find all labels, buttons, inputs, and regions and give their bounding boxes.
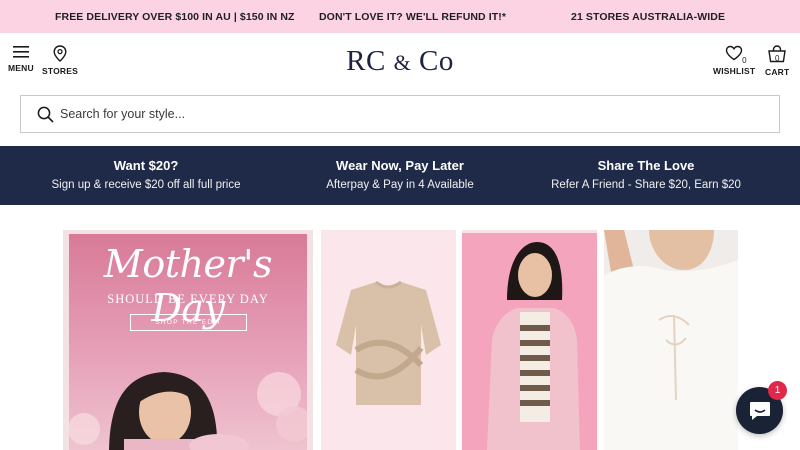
hero-section: Mother's Day SHOULD BE EVERY DAY SHOP TH… (0, 205, 800, 450)
knit-sweater-image (321, 230, 456, 450)
benefit-subtitle: Refer A Friend - Share $20, Earn $20 (551, 179, 741, 191)
benefit-subtitle: Afterpay & Pay in 4 Available (326, 179, 474, 191)
heart-icon (725, 45, 743, 61)
banner-background: Mother's Day SHOULD BE EVERY DAY SHOP TH… (69, 234, 307, 450)
cart-count: 0 (774, 54, 780, 63)
banner-subtitle: SHOULD BE EVERY DAY (107, 292, 269, 306)
cart-button[interactable]: 0 CART (765, 45, 789, 77)
benefit-title: Want $20? (113, 158, 179, 173)
cart-label: CART (765, 67, 790, 77)
pink-jacket-image (487, 242, 580, 450)
wishlist-button[interactable]: 0 WISHLIST (713, 45, 755, 76)
product-tile-pink-jacket[interactable] (462, 230, 597, 450)
chat-notification-badge: 1 (768, 381, 787, 400)
benefit-subtitle: Sign up & receive $20 off all full price (51, 179, 241, 191)
logo-ampersand: & (393, 50, 412, 75)
white-top-image (604, 230, 738, 450)
mothers-day-banner[interactable]: Mother's Day SHOULD BE EVERY DAY SHOP TH… (63, 230, 313, 450)
search-icon[interactable] (37, 106, 54, 123)
chat-bubble-icon (749, 401, 770, 420)
search-bar (20, 95, 780, 133)
search-input[interactable] (60, 107, 740, 121)
shop-the-edit-button[interactable]: SHOP THE EDIT (130, 314, 247, 331)
product-tile-white-top[interactable] (604, 230, 738, 450)
benefit-title: Share The Love (597, 158, 695, 173)
site-logo[interactable]: RC & Co (0, 45, 800, 78)
promo-bar: FREE DELIVERY OVER $100 IN AU | $150 IN … (0, 0, 800, 33)
logo-main: RC (346, 45, 386, 77)
benefit-title: Wear Now, Pay Later (336, 158, 464, 173)
promo-refund-text: DON'T LOVE IT? WE'LL REFUND IT!* (319, 10, 507, 23)
logo-end: Co (418, 45, 454, 77)
promo-delivery-text: FREE DELIVERY OVER $100 IN AU | $150 IN … (55, 10, 295, 23)
site-header: MENU STORES RC & Co 0 WISHLIST 0 CART (0, 33, 800, 89)
model-photo (69, 372, 307, 450)
benefits-strip: Want $20? Sign up & receive $20 off all … (0, 146, 800, 205)
wishlist-label: WISHLIST (713, 66, 756, 76)
benefit-afterpay[interactable]: Wear Now, Pay Later Afterpay & Pay in 4 … (280, 158, 520, 191)
benefit-referral[interactable]: Share The Love Refer A Friend - Share $2… (526, 158, 766, 191)
benefit-signup[interactable]: Want $20? Sign up & receive $20 off all … (26, 158, 266, 191)
promo-stores-text: 21 STORES AUSTRALIA-WIDE (571, 10, 726, 23)
wishlist-count: 0 (742, 56, 747, 65)
product-tile-knit-sweater[interactable] (321, 230, 456, 450)
